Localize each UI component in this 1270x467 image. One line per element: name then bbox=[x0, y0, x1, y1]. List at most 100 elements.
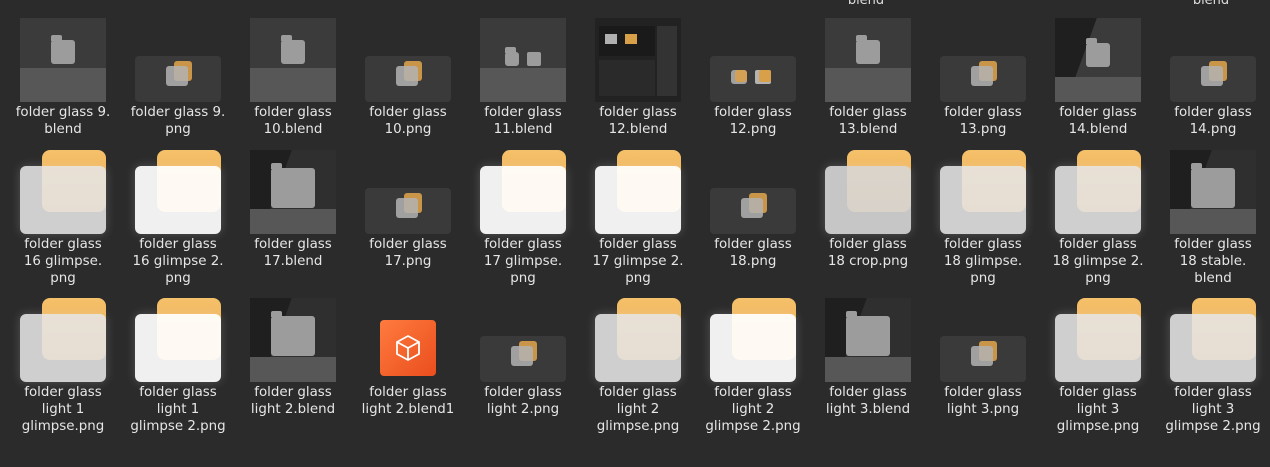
file-item[interactable]: folder glass 18 glimpse 2. png bbox=[1043, 148, 1153, 287]
file-thumbnail bbox=[698, 296, 808, 382]
file-name: folder glass 12.png bbox=[714, 105, 792, 137]
file-item[interactable]: folder glass light 2 glimpse.png bbox=[583, 296, 693, 435]
png-thumbnail-icon bbox=[1055, 298, 1141, 382]
file-thumbnail bbox=[1158, 296, 1268, 382]
file-name: folder glass 12.blend bbox=[599, 105, 677, 137]
file-item[interactable]: folder glass 18 stable. blend bbox=[1158, 148, 1268, 287]
file-name: folder glass 18 crop.png bbox=[827, 237, 909, 269]
file-thumbnail bbox=[123, 16, 233, 102]
file-item[interactable]: folder glass 14.png bbox=[1158, 16, 1268, 138]
file-name: folder glass 18.png bbox=[714, 237, 792, 269]
file-item[interactable]: folder glass 12.blend bbox=[583, 16, 693, 138]
file-item[interactable]: folder glass 18 glimpse. png bbox=[928, 148, 1038, 287]
png-thumbnail-icon bbox=[940, 336, 1026, 382]
png-thumbnail-icon bbox=[595, 298, 681, 382]
file-item[interactable]: folder glass light 1 glimpse.png bbox=[8, 296, 118, 435]
png-thumbnail-icon bbox=[710, 188, 796, 234]
png-thumbnail-icon bbox=[940, 56, 1026, 102]
file-thumbnail bbox=[1043, 16, 1153, 102]
file-name: folder glass 9. blend bbox=[15, 105, 111, 137]
file-thumbnail bbox=[698, 148, 808, 234]
file-name: folder glass light 3.blend bbox=[825, 385, 911, 417]
png-thumbnail-icon bbox=[1055, 150, 1141, 234]
file-name: folder glass light 3.png bbox=[944, 385, 1022, 417]
file-item[interactable]: folder glass 18 crop.png bbox=[813, 148, 923, 270]
png-thumbnail-icon bbox=[135, 298, 221, 382]
file-item[interactable]: folder glass 17.png bbox=[353, 148, 463, 270]
file-name: folder glass 10.png bbox=[369, 105, 447, 137]
file-thumbnail bbox=[353, 16, 463, 102]
file-name: folder glass 17 glimpse 2. png bbox=[592, 237, 684, 286]
file-item[interactable]: folder glass light 3 glimpse.png bbox=[1043, 296, 1153, 435]
file-thumbnail bbox=[928, 16, 1038, 102]
file-thumbnail bbox=[583, 148, 693, 234]
file-thumbnail bbox=[238, 296, 348, 382]
file-thumbnail bbox=[123, 296, 233, 382]
file-item[interactable]: folder glass light 1 glimpse 2.png bbox=[123, 296, 233, 435]
file-item[interactable]: folder glass 17 glimpse 2. png bbox=[583, 148, 693, 287]
file-thumbnail bbox=[468, 296, 578, 382]
blend-scene-icon bbox=[1170, 150, 1256, 234]
file-item[interactable]: folder glass 16 glimpse. png bbox=[8, 148, 118, 287]
file-thumbnail bbox=[1043, 296, 1153, 382]
file-item[interactable]: folder glass 12.png bbox=[698, 16, 808, 138]
blend-scene-icon bbox=[825, 298, 911, 382]
file-item[interactable]: folder glass 10.png bbox=[353, 16, 463, 138]
file-name: folder glass 13.blend bbox=[829, 105, 907, 137]
file-item[interactable]: folder glass light 3.blend bbox=[813, 296, 923, 418]
file-item[interactable]: folder glass light 2.blend1 bbox=[353, 296, 463, 418]
file-item[interactable]: folder glass 10.blend bbox=[238, 16, 348, 138]
file-thumbnail bbox=[468, 16, 578, 102]
file-thumbnail bbox=[8, 148, 118, 234]
file-thumbnail bbox=[928, 296, 1038, 382]
file-thumbnail bbox=[583, 296, 693, 382]
file-thumbnail bbox=[8, 16, 118, 102]
file-item[interactable]: folder glass light 2 glimpse 2.png bbox=[698, 296, 808, 435]
png-thumbnail-icon bbox=[940, 150, 1026, 234]
file-item[interactable]: folder glass 17.blend bbox=[238, 148, 348, 270]
file-name: folder glass light 3 glimpse 2.png bbox=[1165, 385, 1261, 434]
png-thumbnail-icon bbox=[595, 150, 681, 234]
file-item[interactable]: folder glass 13.png bbox=[928, 16, 1038, 138]
file-name: folder glass light 2 glimpse.png bbox=[596, 385, 680, 434]
file-name: folder glass 18 stable. blend bbox=[1174, 237, 1252, 286]
file-item[interactable]: folder glass 14.blend bbox=[1043, 16, 1153, 138]
file-thumbnail bbox=[1158, 16, 1268, 102]
file-item[interactable]: folder glass 16 glimpse 2. png bbox=[123, 148, 233, 287]
file-item[interactable]: folder glass 11.blend bbox=[468, 16, 578, 138]
blend-screenshot-icon bbox=[595, 18, 681, 102]
file-thumbnail bbox=[1043, 148, 1153, 234]
png-thumbnail-icon bbox=[365, 56, 451, 102]
file-item[interactable]: folder glass light 2.png bbox=[468, 296, 578, 418]
file-name: folder glass 16 glimpse 2. png bbox=[132, 237, 224, 286]
file-thumbnail bbox=[8, 296, 118, 382]
file-name: folder glass 13.png bbox=[944, 105, 1022, 137]
blend-scene-icon bbox=[250, 18, 336, 102]
file-item[interactable]: folder glass light 3.png bbox=[928, 296, 1038, 418]
png-thumbnail-icon bbox=[710, 298, 796, 382]
file-thumbnail bbox=[813, 296, 923, 382]
blender-file-icon bbox=[380, 320, 436, 376]
file-name: folder glass light 2.blend1 bbox=[361, 385, 455, 417]
file-item[interactable]: folder glass 17 glimpse. png bbox=[468, 148, 578, 287]
file-name: folder glass 14.png bbox=[1174, 105, 1252, 137]
file-item[interactable]: folder glass light 3 glimpse 2.png bbox=[1158, 296, 1268, 435]
file-thumbnail bbox=[238, 148, 348, 234]
file-name: folder glass light 2.png bbox=[484, 385, 562, 417]
file-name: folder glass light 1 glimpse.png bbox=[21, 385, 105, 434]
file-thumbnail bbox=[353, 148, 463, 234]
file-name: folder glass 9. png bbox=[130, 105, 226, 137]
file-name: folder glass light 2 glimpse 2.png bbox=[705, 385, 801, 434]
file-item[interactable]: folder glass 9. blend bbox=[8, 16, 118, 138]
file-name: folder glass 17 glimpse. png bbox=[483, 237, 563, 286]
file-name: folder glass light 3 glimpse.png bbox=[1056, 385, 1140, 434]
file-name: folder glass 18 glimpse 2. png bbox=[1052, 237, 1144, 286]
png-thumbnail-icon bbox=[825, 150, 911, 234]
file-thumbnail bbox=[813, 148, 923, 234]
file-item[interactable]: folder glass 13.blend bbox=[813, 16, 923, 138]
blend-scene-icon bbox=[250, 298, 336, 382]
file-item[interactable]: folder glass 9. png bbox=[123, 16, 233, 138]
file-thumbnail bbox=[468, 148, 578, 234]
file-item[interactable]: folder glass 18.png bbox=[698, 148, 808, 270]
file-item[interactable]: folder glass light 2.blend bbox=[238, 296, 348, 418]
